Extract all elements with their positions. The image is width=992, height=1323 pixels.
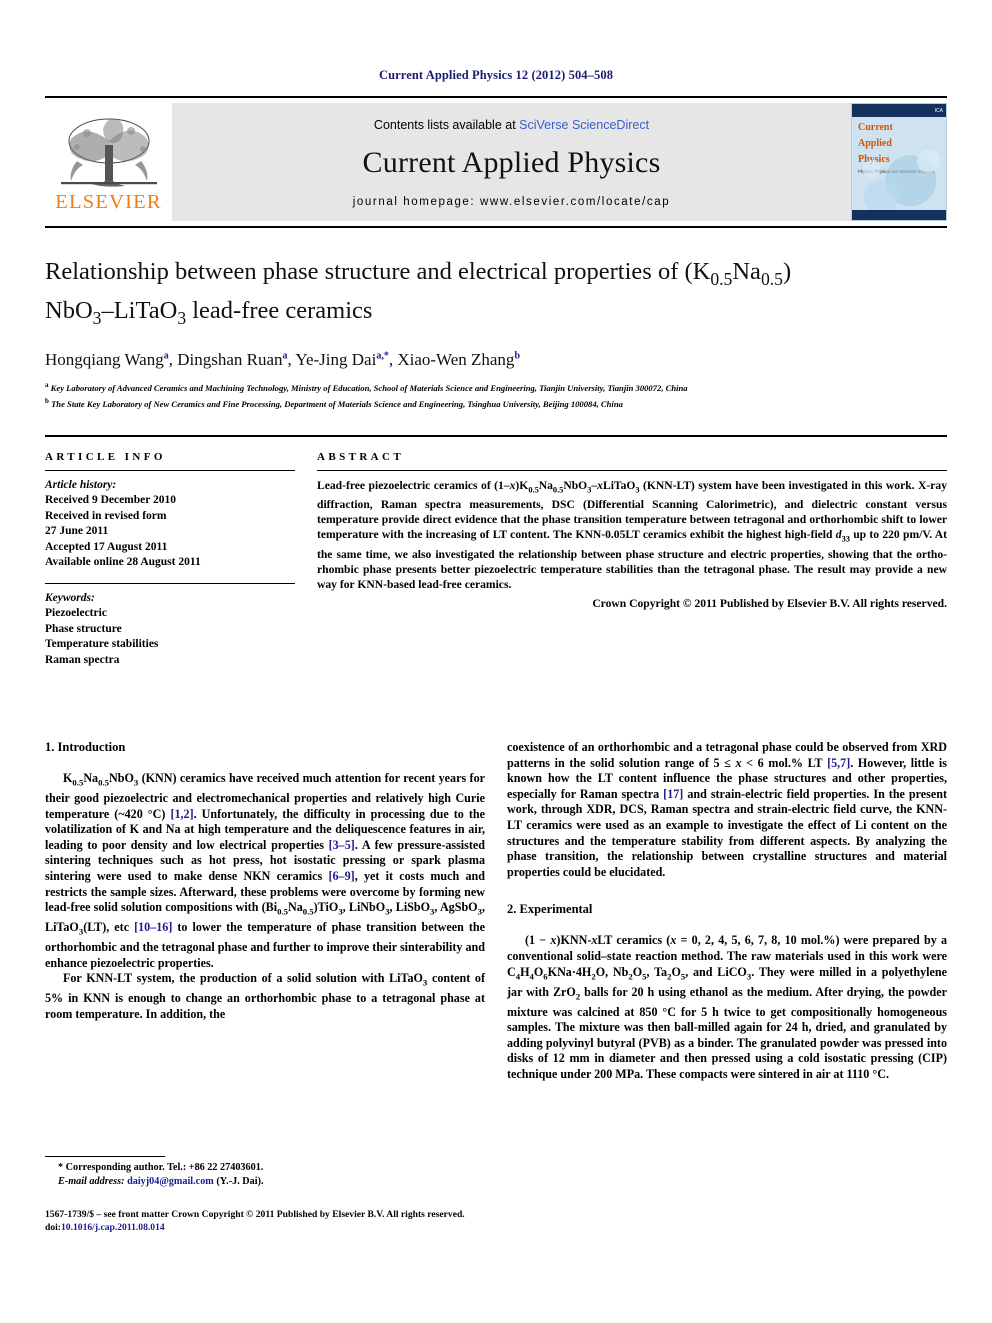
elsevier-tree-icon bbox=[60, 118, 157, 187]
experimental-paragraph-1: (1 − x)KNN-xLT ceramics (x = 0, 2, 4, 5,… bbox=[507, 933, 947, 1081]
title-segment-5: –LiTaO bbox=[101, 296, 178, 324]
running-head: Current Applied Physics 12 (2012) 504–50… bbox=[378, 68, 614, 82]
intro-paragraph-3: coexistence of an orthorhombic and a tet… bbox=[507, 740, 947, 879]
affiliation-a-text: Key Laboratory of Advanced Ceramics and … bbox=[50, 382, 688, 393]
history-line: Accepted 17 August 2011 bbox=[45, 540, 168, 553]
cover-artwork bbox=[862, 149, 941, 216]
title-segment-6: lead-free ceramics bbox=[186, 296, 373, 324]
colophon-doi: doi:10.1016/j.cap.2011.08.014 bbox=[45, 1221, 955, 1234]
title-sub-4: 3 bbox=[177, 307, 187, 328]
page-title: Relationship between phase structure and… bbox=[45, 256, 947, 334]
keywords-label: Keywords: bbox=[45, 591, 95, 604]
title-sub-2: 0.5 bbox=[760, 268, 783, 289]
history-line: Received in revised form bbox=[45, 509, 167, 522]
journal-cover-thumbnail: ICA Current Applied Physics Physics, Phy… bbox=[851, 103, 947, 221]
info-abstract-region: ARTICLE INFO Article history: Received 9… bbox=[45, 434, 947, 669]
journal-homepage[interactable]: journal homepage: www.elsevier.com/locat… bbox=[353, 196, 670, 208]
journal-masthead: ELSEVIER Contents lists available at Sci… bbox=[45, 96, 947, 228]
corresponding-author-footnote: * Corresponding author. Tel.: +86 22 274… bbox=[45, 1156, 485, 1189]
email-suffix: (Y.-J. Dai). bbox=[213, 1176, 264, 1187]
keyword-item: Phase structure bbox=[45, 622, 122, 635]
email-link[interactable]: daiyj04@gmail.com bbox=[127, 1176, 214, 1187]
section-heading-experimental: 2. Experimental bbox=[507, 902, 593, 917]
keyword-item: Temperature stabilities bbox=[45, 638, 159, 650]
title-block: Relationship between phase structure and… bbox=[45, 256, 947, 411]
journal-title: Current Applied Physics bbox=[362, 146, 661, 179]
affiliation-b: b The State Key Laboratory of New Cerami… bbox=[45, 397, 623, 409]
history-line: Available online 28 August 2011 bbox=[45, 556, 201, 568]
colophon-copyright: 1567-1739/$ – see front matter Crown Cop… bbox=[45, 1209, 465, 1220]
title-segment-3: ) bbox=[782, 258, 792, 285]
history-line: 27 June 2011 bbox=[45, 525, 109, 537]
doi-link[interactable]: 10.1016/j.cap.2011.08.014 bbox=[61, 1222, 165, 1233]
abstract-copyright: Crown Copyright © 2011 Published by Else… bbox=[592, 596, 947, 610]
body-columns: 1. Introduction K0.5Na0.5NbO3 (KNN) cera… bbox=[45, 740, 947, 1083]
intro-paragraph-2: For KNN-LT system, the production of a s… bbox=[45, 971, 485, 1021]
author-list: Hongqiang Wanga, Dingshan Ruana, Ye-Jing… bbox=[45, 349, 520, 369]
body-column-left: 1. Introduction K0.5Na0.5NbO3 (KNN) cera… bbox=[45, 740, 485, 1083]
history-line: Received 9 December 2010 bbox=[45, 494, 177, 506]
abstract-column: ABSTRACT Lead-free piezoelectric ceramic… bbox=[317, 451, 947, 669]
footnote-rule bbox=[45, 1156, 165, 1157]
elsevier-logo: ELSEVIER bbox=[45, 98, 172, 226]
colophon: 1567-1739/$ – see front matter Crown Cop… bbox=[45, 1208, 955, 1234]
corresponding-author-line: * Corresponding author. Tel.: +86 22 274… bbox=[58, 1162, 264, 1173]
contents-prefix: Contents lists available at bbox=[373, 118, 520, 132]
title-sub-1: 0.5 bbox=[710, 268, 733, 289]
contents-available-line: Contents lists available at SciVerse Sci… bbox=[374, 118, 649, 132]
sciencedirect-link[interactable]: SciVerse ScienceDirect bbox=[519, 118, 649, 132]
title-segment-4: NbO bbox=[45, 296, 93, 324]
affiliation-b-text: The State Key Laboratory of New Ceramics… bbox=[51, 399, 623, 409]
section-heading-introduction: 1. Introduction bbox=[45, 740, 126, 754]
article-history-label: Article history: bbox=[45, 478, 117, 491]
elsevier-wordmark: ELSEVIER bbox=[55, 191, 162, 214]
keyword-item: Raman spectra bbox=[45, 653, 120, 666]
email-line: E-mail address: daiyj04@gmail.com (Y.-J.… bbox=[45, 1175, 485, 1189]
abstract-rule bbox=[317, 469, 947, 471]
title-segment-1: Relationship between phase structure and… bbox=[45, 258, 711, 285]
body-column-right: coexistence of an orthorhombic and a tet… bbox=[507, 740, 947, 1083]
journal-banner: Contents lists available at SciVerse Sci… bbox=[172, 103, 851, 221]
doi-label: doi: bbox=[45, 1222, 61, 1233]
article-info-heading: ARTICLE INFO bbox=[45, 450, 166, 463]
abstract-text: Lead-free piezoelectric ceramics of (1–x… bbox=[317, 478, 947, 592]
cover-bottombar bbox=[852, 210, 946, 220]
intro-paragraph-1: K0.5Na0.5NbO3 (KNN) ceramics have receiv… bbox=[45, 771, 485, 970]
keyword-item: Piezoelectric bbox=[45, 607, 107, 619]
title-segment-2: Na bbox=[732, 258, 761, 285]
email-label: E-mail address: bbox=[58, 1176, 128, 1187]
article-page: Current Applied Physics 12 (2012) 504–50… bbox=[0, 0, 992, 1323]
abstract-heading: ABSTRACT bbox=[317, 450, 405, 463]
affiliation-a: a Key Laboratory of Advanced Ceramics an… bbox=[45, 380, 688, 393]
keywords-rule bbox=[45, 582, 295, 584]
article-info-rule bbox=[45, 469, 295, 471]
article-info-column: ARTICLE INFO Article history: Received 9… bbox=[45, 451, 295, 669]
